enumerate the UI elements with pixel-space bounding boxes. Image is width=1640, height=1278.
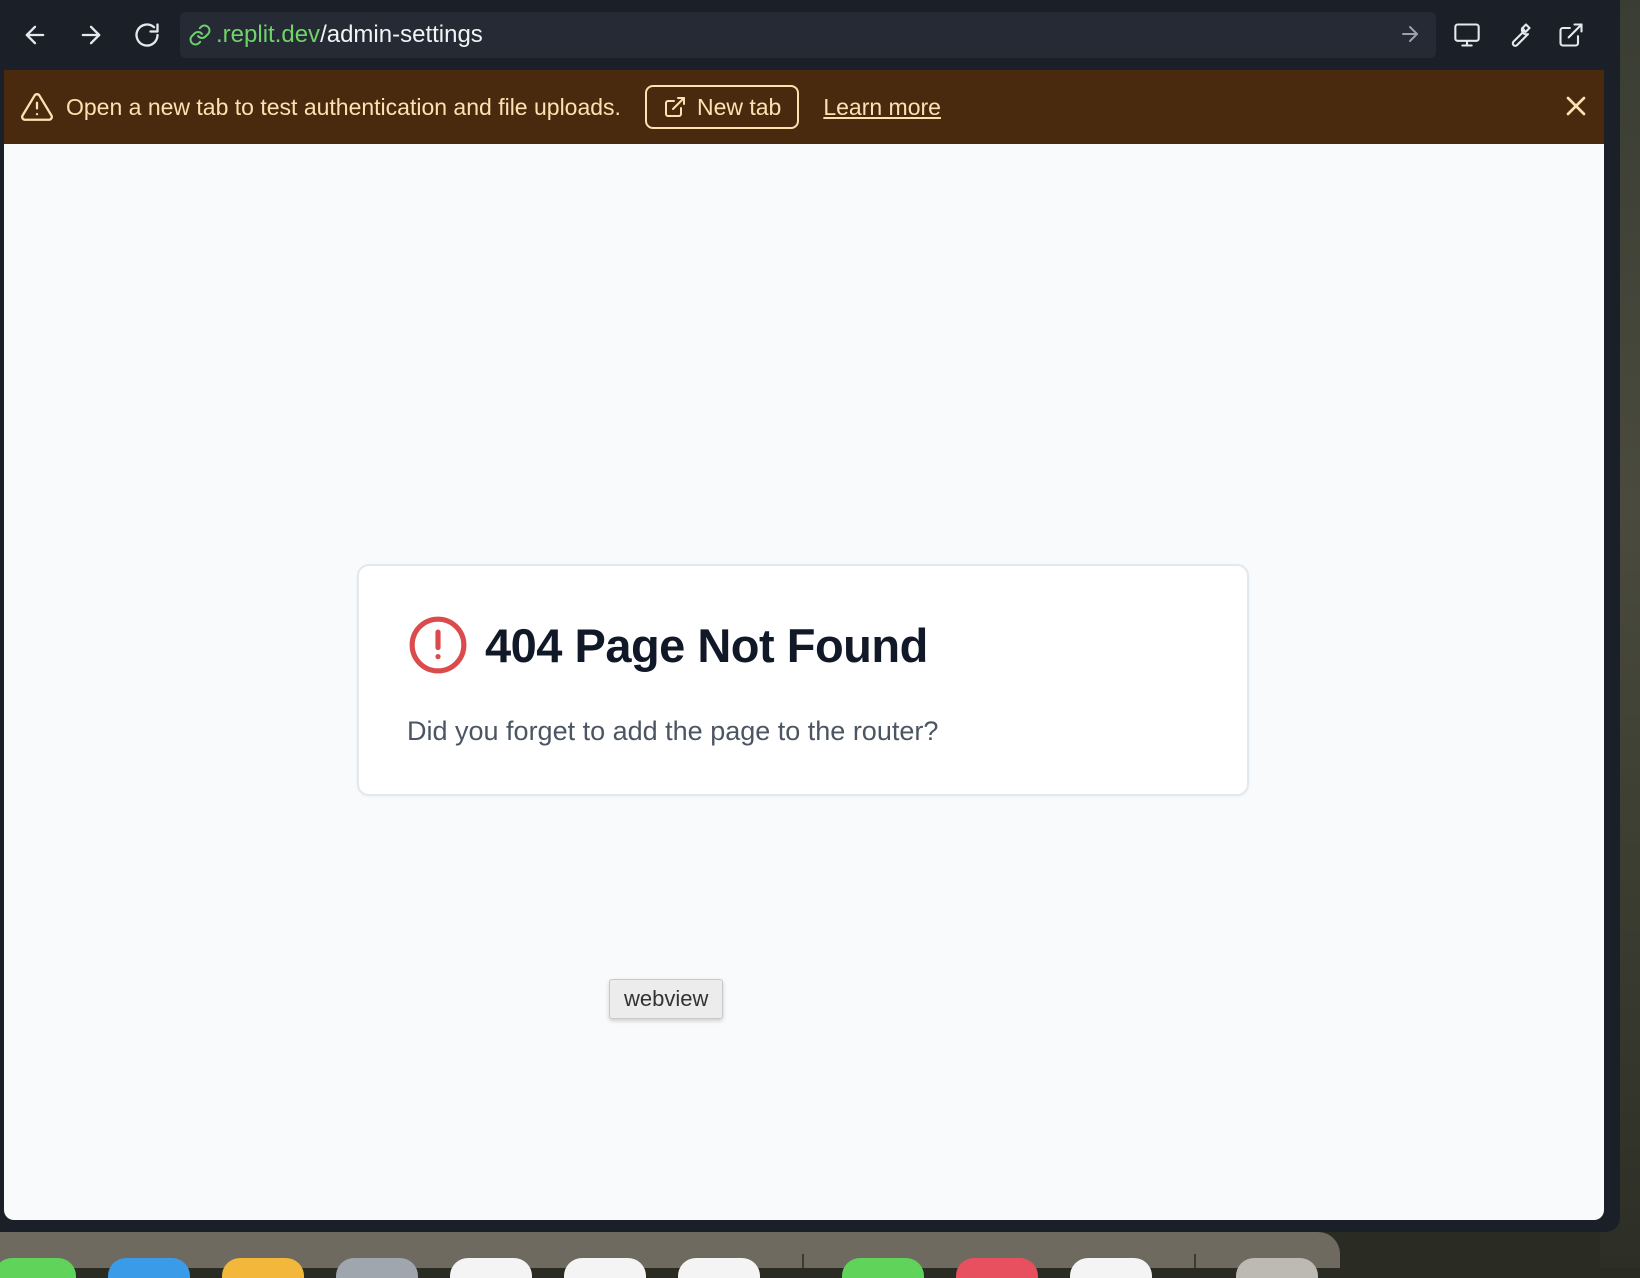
dock-app[interactable] <box>564 1258 646 1278</box>
external-link-icon[interactable] <box>1552 16 1590 54</box>
error-card: 404 Page Not Found Did you forget to add… <box>357 564 1249 796</box>
learn-more-link[interactable]: Learn more <box>823 94 941 121</box>
page-description: Did you forget to add the page to the ro… <box>407 716 939 746</box>
monitor-icon[interactable] <box>1448 16 1486 54</box>
url-text: .replit.dev/admin-settings <box>216 21 483 49</box>
banner-message: Open a new tab to test authentication an… <box>66 93 621 120</box>
dock-app[interactable] <box>336 1258 418 1278</box>
dock-app[interactable] <box>842 1258 924 1278</box>
webview-tooltip: webview <box>609 979 724 1019</box>
external-link-icon <box>663 95 687 119</box>
dock-app[interactable] <box>678 1258 760 1278</box>
new-tab-button[interactable]: New tab <box>644 85 800 129</box>
dock-app[interactable] <box>108 1258 190 1278</box>
forward-arrow-icon[interactable] <box>72 16 110 54</box>
error-header: 404 Page Not Found <box>407 614 928 676</box>
dock-app[interactable] <box>956 1258 1038 1278</box>
dock-separator <box>1194 1254 1196 1268</box>
page-title: 404 Page Not Found <box>485 618 928 672</box>
warning-banner: Open a new tab to test authentication an… <box>4 70 1604 144</box>
browser-window: .replit.dev/admin-settings Open a new ta… <box>0 0 1620 1232</box>
dock-app[interactable] <box>222 1258 304 1278</box>
wrench-icon[interactable] <box>1500 16 1538 54</box>
address-bar[interactable]: .replit.dev/admin-settings <box>180 12 1436 58</box>
link-icon <box>188 22 214 48</box>
url-domain: .replit.dev <box>216 21 321 48</box>
new-tab-label: New tab <box>696 93 782 120</box>
url-path: /admin-settings <box>320 21 483 48</box>
dock-separator <box>802 1254 804 1268</box>
reload-icon[interactable] <box>128 16 166 54</box>
dock-app[interactable] <box>1236 1258 1318 1278</box>
dock-app[interactable] <box>0 1258 76 1278</box>
webview-content: 404 Page Not Found Did you forget to add… <box>4 144 1604 1220</box>
dock-app[interactable] <box>1070 1258 1152 1278</box>
dock-app[interactable] <box>450 1258 532 1278</box>
alert-circle-icon <box>407 614 469 676</box>
go-arrow-icon[interactable] <box>1398 22 1424 48</box>
back-arrow-icon[interactable] <box>16 16 54 54</box>
browser-toolbar: .replit.dev/admin-settings <box>0 0 1620 70</box>
warning-triangle-icon <box>20 90 54 124</box>
close-icon[interactable] <box>1560 90 1592 122</box>
